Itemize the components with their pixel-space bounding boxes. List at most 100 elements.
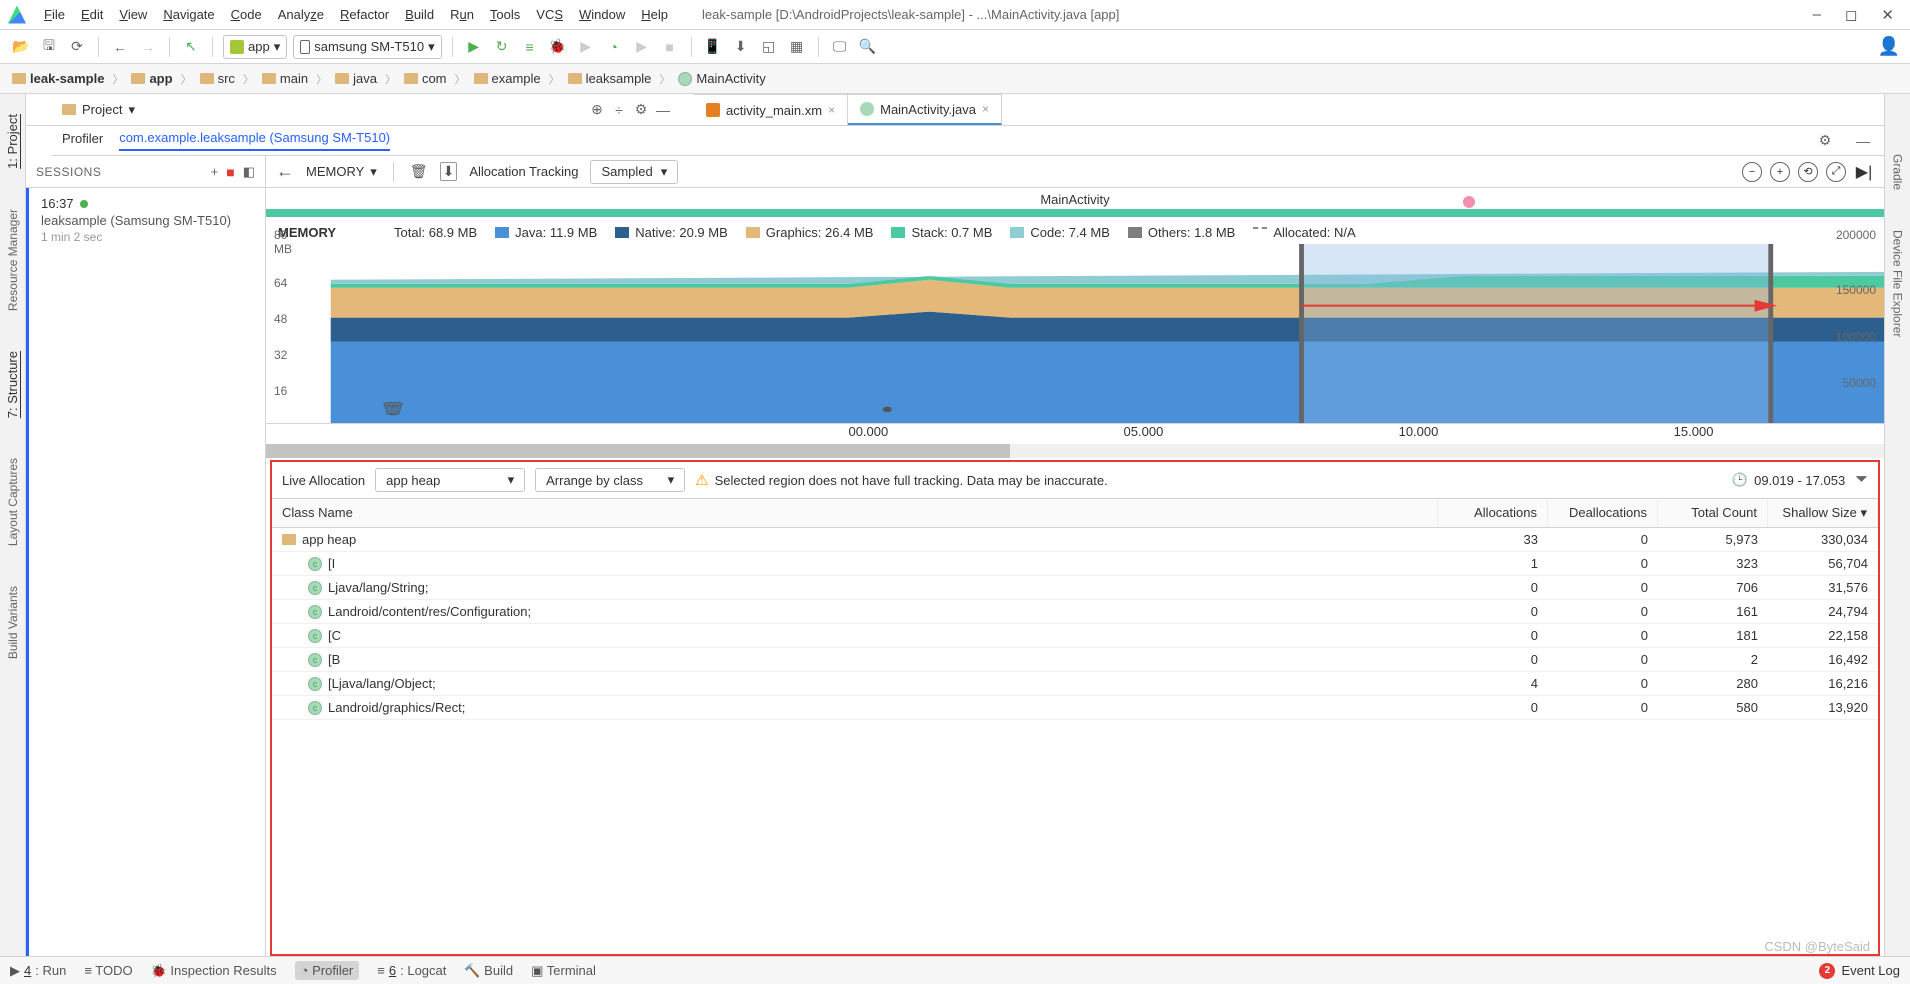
session-list[interactable]: 16:37 leaksample (Samsung SM-T510) 1 min… [26, 188, 266, 956]
monitor-icon[interactable]: 🖵 [829, 36, 851, 58]
col-deallocations[interactable]: Deallocations [1548, 499, 1658, 527]
table-row[interactable]: app heap3305,973330,034 [272, 528, 1878, 552]
forward-icon[interactable]: → [137, 36, 159, 58]
project-view-combo[interactable]: Project ▾ [52, 102, 145, 118]
crumb-java[interactable]: java [331, 69, 381, 88]
crumb-app[interactable]: app [127, 69, 176, 88]
profiler-session-tab[interactable]: com.example.leaksample (Samsung SM-T510) [119, 130, 390, 151]
hide-icon[interactable]: — [1852, 130, 1874, 152]
menu-file[interactable]: File [38, 5, 71, 24]
gutter-structure[interactable]: 7: Structure [5, 351, 20, 418]
crumb-leaksample[interactable]: leaksample [564, 69, 656, 88]
hide-icon[interactable]: — [652, 99, 674, 121]
run-icon[interactable]: ▶ [463, 36, 485, 58]
menu-tools[interactable]: Tools [484, 5, 526, 24]
stop-session-icon[interactable]: ■ [226, 164, 234, 180]
menu-run[interactable]: Run [444, 5, 480, 24]
timeline-scrollbar[interactable] [266, 444, 1884, 458]
table-row[interactable]: c[C0018122,158 [272, 624, 1878, 648]
menu-vcs[interactable]: VCS [530, 5, 569, 24]
menu-window[interactable]: Window [573, 5, 631, 24]
menu-edit[interactable]: Edit [75, 5, 109, 24]
add-session-icon[interactable]: + [211, 164, 219, 180]
table-row[interactable]: cLjava/lang/String;0070631,576 [272, 576, 1878, 600]
error-badge-icon[interactable]: 2 [1819, 963, 1835, 979]
save-icon[interactable]: 🖫 [38, 36, 60, 58]
device-combo[interactable]: samsung SM-T510 ▾ [293, 35, 441, 59]
live-icon[interactable]: ▶| [1854, 162, 1874, 182]
menu-help[interactable]: Help [635, 5, 674, 24]
gutter-device-file-explorer[interactable]: Device File Explorer [1891, 230, 1905, 337]
scrollbar-thumb[interactable] [266, 444, 1010, 458]
zoom-out-icon[interactable]: − [1742, 162, 1762, 182]
sync-icon[interactable]: ⟳ [66, 36, 88, 58]
apply-changes-icon[interactable]: ↻ [491, 36, 513, 58]
tracking-mode-combo[interactable]: Sampled ▾ [590, 160, 678, 184]
memory-chart[interactable]: 80 MB 64 48 32 16 200000 150000 100000 5… [266, 244, 1884, 424]
minimize-icon[interactable]: – [1813, 6, 1821, 24]
menu-code[interactable]: Code [225, 5, 268, 24]
gc-icon[interactable]: 🗑 [410, 163, 428, 180]
zoom-reset-icon[interactable]: ⟲ [1798, 162, 1818, 182]
event-log-label[interactable]: Event Log [1841, 963, 1900, 978]
search-icon[interactable]: 🔍 [857, 36, 879, 58]
status-terminal[interactable]: ▣ Terminal [531, 963, 596, 979]
menu-view[interactable]: View [113, 5, 153, 24]
scroll-target-icon[interactable]: ⊕ [586, 99, 608, 121]
profiler-tab[interactable]: Profiler [62, 131, 103, 150]
coverage-icon[interactable]: ▶ [575, 36, 597, 58]
collapse-icon[interactable]: ÷ [608, 99, 630, 121]
tab-mainactivity-java[interactable]: MainActivity.java × [848, 94, 1002, 125]
resource-manager-icon[interactable]: ◱ [758, 36, 780, 58]
sdk-manager-icon[interactable]: ⬇ [730, 36, 752, 58]
status-run[interactable]: ▶ 4: Run [10, 963, 66, 979]
arrange-combo[interactable]: Arrange by class▾ [535, 468, 685, 492]
col-total-count[interactable]: Total Count [1658, 499, 1768, 527]
memory-combo[interactable]: MEMORY ▾ [306, 164, 377, 180]
filter-icon[interactable]: ⏷ [1855, 471, 1868, 489]
col-allocations[interactable]: Allocations [1438, 499, 1548, 527]
toggle-layout-icon[interactable]: ◧ [243, 164, 255, 180]
close-tab-icon[interactable]: × [982, 102, 989, 116]
gutter-gradle[interactable]: Gradle [1891, 154, 1905, 190]
profile-icon[interactable]: ◔ [603, 36, 625, 58]
table-row[interactable]: c[B00216,492 [272, 648, 1878, 672]
table-row[interactable]: cLandroid/content/res/Configuration;0016… [272, 600, 1878, 624]
crumb-mainactivity[interactable]: MainActivity [674, 69, 769, 88]
hammer-build-icon[interactable]: ↖ [180, 36, 202, 58]
heap-combo[interactable]: app heap▾ [375, 468, 525, 492]
heap-dump-icon[interactable]: ⬇ [440, 162, 458, 181]
stop-icon[interactable]: ■ [659, 36, 681, 58]
menu-analyze[interactable]: Analyze [272, 5, 330, 24]
status-inspection[interactable]: 🐞 Inspection Results [151, 963, 277, 979]
close-icon[interactable]: ✕ [1881, 6, 1894, 24]
crumb-example[interactable]: example [470, 69, 545, 88]
run-config-combo[interactable]: app ▾ [223, 35, 287, 59]
close-tab-icon[interactable]: × [828, 103, 835, 117]
menu-refactor[interactable]: Refactor [334, 5, 395, 24]
table-row[interactable]: c[I1032356,704 [272, 552, 1878, 576]
maximize-icon[interactable]: ◻ [1845, 6, 1857, 24]
status-build[interactable]: 🔨 Build [464, 963, 513, 979]
crumb-com[interactable]: com [400, 69, 451, 88]
gutter-layout-captures[interactable]: Layout Captures [6, 458, 20, 546]
col-class-name[interactable]: Class Name [272, 499, 1438, 527]
gutter-resource-manager[interactable]: Resource Manager [6, 209, 20, 311]
col-shallow-size[interactable]: Shallow Size ▾ [1768, 499, 1878, 527]
crumb-project[interactable]: leak-sample [8, 69, 108, 88]
menu-build[interactable]: Build [399, 5, 440, 24]
zoom-in-icon[interactable]: + [1770, 162, 1790, 182]
status-profiler[interactable]: ◔ Profiler [295, 961, 360, 980]
gear-icon[interactable]: ⚙ [1814, 130, 1836, 152]
apply-code-icon[interactable]: ≡ [519, 36, 541, 58]
layout-inspector-icon[interactable]: ▦ [786, 36, 808, 58]
status-logcat[interactable]: ≡ 6: Logcat [377, 963, 446, 978]
crumb-main[interactable]: main [258, 69, 312, 88]
debug-icon[interactable]: 🐞 [547, 36, 569, 58]
back-icon[interactable]: ← [109, 36, 131, 58]
attach-debugger-icon[interactable]: ▶ [631, 36, 653, 58]
avd-manager-icon[interactable]: 📱 [702, 36, 724, 58]
zoom-selection-icon[interactable]: ⤢ [1826, 162, 1846, 182]
user-icon[interactable]: 👤 [1878, 36, 1900, 58]
tab-activity-main-xml[interactable]: activity_main.xm × [694, 94, 848, 125]
